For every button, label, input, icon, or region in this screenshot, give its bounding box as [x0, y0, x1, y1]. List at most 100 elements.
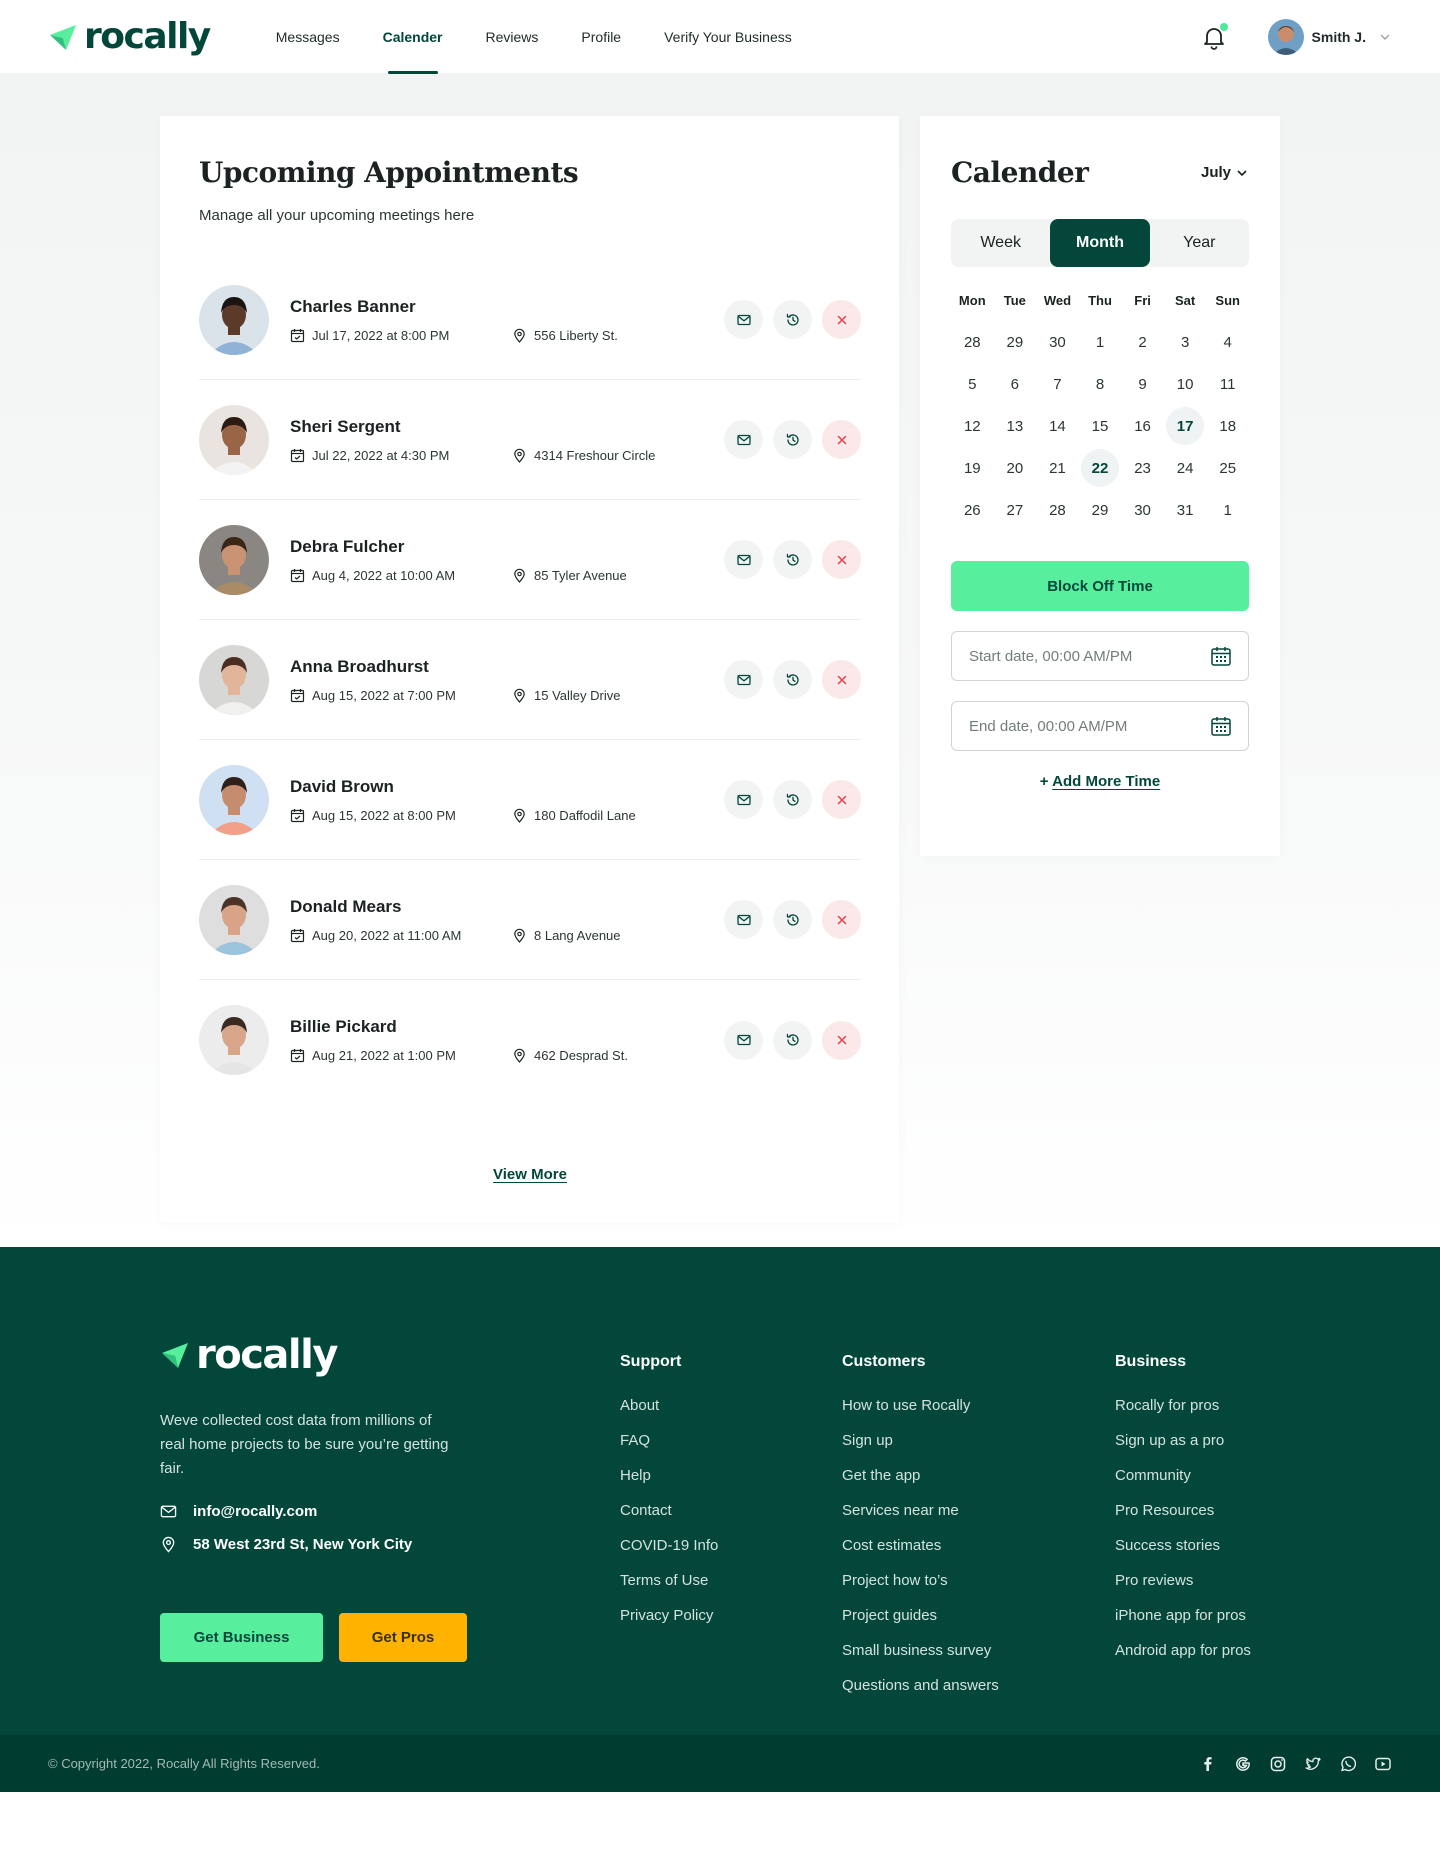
- footer-link[interactable]: COVID-19 Info: [620, 1537, 842, 1572]
- calendar-day[interactable]: 14: [1036, 405, 1079, 447]
- cancel-appointment-button[interactable]: [822, 300, 861, 339]
- calendar-day[interactable]: 25: [1206, 447, 1249, 489]
- instagram-icon[interactable]: [1269, 1755, 1287, 1773]
- nav-profile[interactable]: Profile: [581, 0, 621, 74]
- message-button[interactable]: [724, 900, 763, 939]
- add-more-time-link[interactable]: + Add More Time: [951, 773, 1249, 790]
- nav-verify-business[interactable]: Verify Your Business: [664, 0, 792, 74]
- footer-link[interactable]: Rocally for pros: [1115, 1397, 1251, 1432]
- reschedule-button[interactable]: [773, 300, 812, 339]
- footer-link[interactable]: Terms of Use: [620, 1572, 842, 1607]
- user-menu[interactable]: Smith J.: [1267, 18, 1392, 55]
- footer-link[interactable]: About: [620, 1397, 842, 1432]
- footer-link[interactable]: Questions and answers: [842, 1677, 1115, 1712]
- brand-logo[interactable]: rocally: [48, 18, 211, 55]
- footer-link[interactable]: Get the app: [842, 1467, 1115, 1502]
- calendar-day[interactable]: 15: [1079, 405, 1122, 447]
- get-pros-button[interactable]: Get Pros: [339, 1613, 467, 1662]
- footer-link[interactable]: Services near me: [842, 1502, 1115, 1537]
- reschedule-button[interactable]: [773, 660, 812, 699]
- reschedule-button[interactable]: [773, 780, 812, 819]
- footer-link[interactable]: Pro reviews: [1115, 1572, 1251, 1607]
- calendar-day[interactable]: 12: [951, 405, 994, 447]
- whatsapp-icon[interactable]: [1339, 1755, 1357, 1773]
- calendar-day[interactable]: 9: [1121, 363, 1164, 405]
- message-button[interactable]: [724, 1020, 763, 1060]
- facebook-icon[interactable]: [1199, 1755, 1217, 1773]
- calendar-day[interactable]: 30: [1121, 489, 1164, 531]
- cancel-appointment-button[interactable]: [822, 780, 861, 819]
- reschedule-button[interactable]: [773, 1020, 812, 1060]
- calendar-day[interactable]: 30: [1036, 321, 1079, 363]
- calendar-day[interactable]: 2: [1121, 321, 1164, 363]
- start-date-input[interactable]: [969, 647, 1210, 665]
- twitter-icon[interactable]: [1304, 1755, 1322, 1773]
- calendar-day[interactable]: 13: [994, 405, 1037, 447]
- calendar-day[interactable]: 19: [951, 447, 994, 489]
- footer-link[interactable]: Sign up as a pro: [1115, 1432, 1251, 1467]
- footer-link[interactable]: Community: [1115, 1467, 1251, 1502]
- footer-link[interactable]: Help: [620, 1467, 842, 1502]
- footer-link[interactable]: Sign up: [842, 1432, 1115, 1467]
- footer-link[interactable]: FAQ: [620, 1432, 842, 1467]
- footer-link[interactable]: Cost estimates: [842, 1537, 1115, 1572]
- view-more-link[interactable]: View More: [199, 1166, 861, 1183]
- cancel-appointment-button[interactable]: [822, 660, 861, 699]
- calendar-day[interactable]: 8: [1079, 363, 1122, 405]
- footer-email[interactable]: info@rocally.com: [160, 1503, 620, 1520]
- message-button[interactable]: [724, 540, 763, 579]
- calendar-day[interactable]: 20: [994, 447, 1037, 489]
- calendar-day[interactable]: 28: [951, 321, 994, 363]
- reschedule-button[interactable]: [773, 420, 812, 459]
- calendar-day[interactable]: 21: [1036, 447, 1079, 489]
- footer-link[interactable]: iPhone app for pros: [1115, 1607, 1251, 1642]
- calendar-day[interactable]: 11: [1206, 363, 1249, 405]
- cancel-appointment-button[interactable]: [822, 900, 861, 939]
- notification-bell-icon[interactable]: [1200, 22, 1228, 51]
- footer-link[interactable]: Android app for pros: [1115, 1642, 1251, 1677]
- calendar-day[interactable]: 22: [1079, 447, 1122, 489]
- view-week-button[interactable]: Week: [951, 219, 1050, 267]
- footer-link[interactable]: Success stories: [1115, 1537, 1251, 1572]
- calendar-day[interactable]: 29: [1079, 489, 1122, 531]
- month-select[interactable]: July: [1201, 164, 1249, 181]
- calendar-day[interactable]: 10: [1164, 363, 1207, 405]
- calendar-day[interactable]: 17: [1164, 405, 1207, 447]
- calendar-day[interactable]: 29: [994, 321, 1037, 363]
- view-month-button[interactable]: Month: [1050, 219, 1150, 267]
- message-button[interactable]: [724, 780, 763, 819]
- footer-link[interactable]: Pro Resources: [1115, 1502, 1251, 1537]
- calendar-day[interactable]: 26: [951, 489, 994, 531]
- calendar-day[interactable]: 3: [1164, 321, 1207, 363]
- calendar-day[interactable]: 1: [1206, 489, 1249, 531]
- message-button[interactable]: [724, 660, 763, 699]
- message-button[interactable]: [724, 420, 763, 459]
- calendar-day[interactable]: 16: [1121, 405, 1164, 447]
- calendar-icon[interactable]: [1210, 645, 1232, 667]
- cancel-appointment-button[interactable]: [822, 1020, 861, 1060]
- calendar-day[interactable]: 7: [1036, 363, 1079, 405]
- calendar-day[interactable]: 18: [1206, 405, 1249, 447]
- block-off-time-button[interactable]: Block Off Time: [951, 561, 1249, 611]
- nav-reviews[interactable]: Reviews: [486, 0, 539, 74]
- message-button[interactable]: [724, 300, 763, 339]
- footer-link[interactable]: Project guides: [842, 1607, 1115, 1642]
- calendar-day[interactable]: 1: [1079, 321, 1122, 363]
- calendar-icon[interactable]: [1210, 715, 1232, 737]
- footer-logo[interactable]: rocally: [160, 1335, 620, 1375]
- youtube-icon[interactable]: [1374, 1755, 1392, 1773]
- calendar-day[interactable]: 23: [1121, 447, 1164, 489]
- cancel-appointment-button[interactable]: [822, 540, 861, 579]
- calendar-day[interactable]: 4: [1206, 321, 1249, 363]
- nav-calender[interactable]: Calender: [383, 0, 443, 74]
- footer-link[interactable]: Contact: [620, 1502, 842, 1537]
- nav-messages[interactable]: Messages: [276, 0, 340, 74]
- calendar-day[interactable]: 6: [994, 363, 1037, 405]
- reschedule-button[interactable]: [773, 900, 812, 939]
- footer-link[interactable]: Small business survey: [842, 1642, 1115, 1677]
- calendar-day[interactable]: 27: [994, 489, 1037, 531]
- footer-link[interactable]: How to use Rocally: [842, 1397, 1115, 1432]
- calendar-day[interactable]: 31: [1164, 489, 1207, 531]
- google-icon[interactable]: [1234, 1755, 1252, 1773]
- footer-link[interactable]: Project how to’s: [842, 1572, 1115, 1607]
